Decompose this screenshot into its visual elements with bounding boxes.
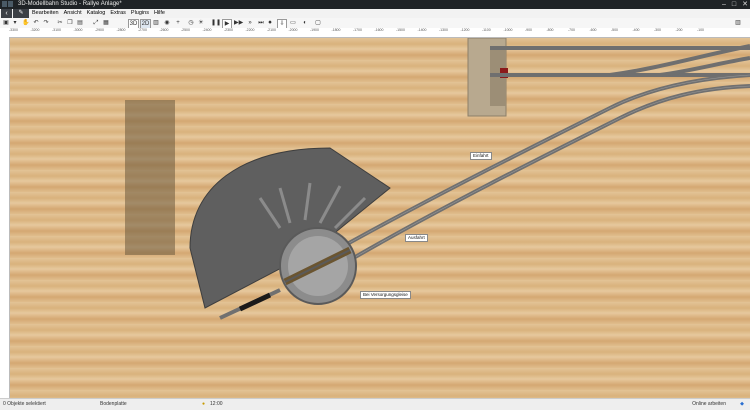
- ruler-tick-label: -1800: [331, 28, 341, 32]
- ruler-tick-label: -2400: [202, 28, 212, 32]
- ruler-tick-label: -2800: [116, 28, 126, 32]
- label-ausfahrt[interactable]: Ausfahrt: [405, 234, 428, 242]
- fast-forward-icon[interactable]: ▶▶: [234, 19, 243, 27]
- layers-icon[interactable]: ▥: [152, 19, 160, 27]
- redo-icon[interactable]: ↷: [42, 19, 50, 27]
- cut-icon[interactable]: ✂: [56, 19, 64, 27]
- online-icon: ◆: [740, 401, 744, 407]
- clock-icon[interactable]: ◷: [187, 19, 195, 27]
- panel-icon[interactable]: ▥: [734, 19, 742, 27]
- ruler-tick-label: -100: [697, 28, 705, 32]
- main-tracks: [339, 73, 750, 262]
- camera-icon[interactable]: ◉: [163, 19, 171, 27]
- save-icon[interactable]: ▣: [2, 19, 10, 27]
- monitor-icon[interactable]: ▭: [289, 19, 297, 27]
- paste-icon[interactable]: ▤: [76, 19, 84, 27]
- menu-bearbeiten[interactable]: Bearbeiten: [32, 9, 59, 18]
- window-title: 3D-Modellbahn Studio - Rallye Anlage*: [18, 1, 122, 7]
- hand-icon[interactable]: ✋: [22, 19, 30, 27]
- ruler-tick-label: -400: [632, 28, 640, 32]
- pause-icon[interactable]: ❚❚: [211, 19, 221, 27]
- window-controls: – □ ✕: [722, 0, 748, 9]
- light-icon[interactable]: ☀: [197, 19, 205, 27]
- time-display: 12:00: [210, 401, 223, 407]
- ruler-tick-label: -1700: [353, 28, 362, 32]
- ruler-tick-label: -1300: [439, 28, 448, 32]
- layout-canvas[interactable]: Einfahrt Ausfahrt Bei Versorgungsgleise: [10, 38, 750, 398]
- ruler-tick-label: -2300: [224, 28, 233, 32]
- edit-mode-button[interactable]: ✎: [13, 9, 29, 18]
- ruler-tick-label: -1900: [310, 28, 319, 32]
- ruler-tick-label: -200: [675, 28, 683, 32]
- ruler-left: [0, 28, 10, 398]
- ruler-tick-label: -600: [589, 28, 597, 32]
- shadow-area: [125, 100, 175, 255]
- skip-end-icon[interactable]: ⏭: [257, 19, 265, 27]
- ruler-tick-label: -2200: [245, 28, 255, 32]
- ruler-tick-label: -2700: [138, 28, 147, 32]
- ruler-tick-label: -1000: [503, 28, 513, 32]
- ruler-tick-label: -3000: [73, 28, 83, 32]
- copy-icon[interactable]: ❐: [66, 19, 74, 27]
- status-bar: 0 Objekte selektiert Bodenplatte ● 12:00…: [0, 398, 750, 410]
- menu-bar: ‹ ✎ Bearbeiten Ansicht Katalog Extras Pl…: [0, 9, 750, 18]
- zoom-fit-icon[interactable]: ⤢: [92, 19, 100, 27]
- label-versorgung[interactable]: Bei Versorgungsgleise: [360, 291, 411, 299]
- online-status: Online arbeiten: [692, 401, 726, 407]
- hide-icon[interactable]: ◐: [301, 19, 309, 27]
- track-layout: [125, 38, 750, 320]
- ruler-top: -3300 -3200 -3100 -3000 -2900 -2800 -2700 -2600…: [9, 28, 750, 38]
- menu-items: Bearbeiten Ansicht Katalog Extras Plugin…: [32, 9, 165, 18]
- quick-access: [2, 1, 14, 8]
- ruler-tick-label: -2600: [159, 28, 169, 32]
- ruler-tick-label: -1600: [374, 28, 384, 32]
- menu-plugins[interactable]: Plugins: [131, 9, 149, 18]
- back-button[interactable]: ‹: [1, 9, 12, 18]
- label-einfahrt[interactable]: Einfahrt: [470, 152, 492, 160]
- menu-katalog[interactable]: Katalog: [87, 9, 106, 18]
- window-icon[interactable]: ▢: [314, 19, 322, 27]
- dropdown-icon[interactable]: ▾: [12, 19, 18, 27]
- ruler-tick-label: -700: [568, 28, 576, 32]
- maximize-icon[interactable]: □: [732, 0, 736, 9]
- close-icon[interactable]: ✕: [742, 0, 748, 9]
- undo-icon[interactable]: ↶: [32, 19, 40, 27]
- layer-status: Bodenplatte: [100, 401, 127, 407]
- ruler-tick-label: -3200: [30, 28, 40, 32]
- ruler-tick-label: -900: [525, 28, 533, 32]
- ruler-tick-label: -2900: [95, 28, 104, 32]
- menu-extras[interactable]: Extras: [110, 9, 126, 18]
- ruler-tick-label: -3100: [52, 28, 61, 32]
- ruler-tick-label: -2100: [267, 28, 276, 32]
- faster-icon[interactable]: »: [246, 19, 254, 27]
- ruler-tick-label: -1500: [396, 28, 405, 32]
- ruler-tick-label: -1400: [417, 28, 427, 32]
- ruler-tick-label: -800: [546, 28, 554, 32]
- top-tracks: [490, 44, 750, 77]
- ruler-tick-label: -500: [611, 28, 619, 32]
- add-icon[interactable]: +: [174, 19, 182, 27]
- ruler-tick-label: -2500: [181, 28, 190, 32]
- ruler-tick-label: -2000: [288, 28, 298, 32]
- ruler-tick-label: -300: [654, 28, 662, 32]
- minimize-icon[interactable]: –: [722, 0, 726, 9]
- title-bar: 3D-Modellbahn Studio - Rallye Anlage* – …: [0, 0, 750, 9]
- ruler-tick-label: -1100: [482, 28, 491, 32]
- selection-status: 0 Objekte selektiert: [3, 401, 46, 407]
- ruler-tick-label: -3300: [9, 28, 18, 32]
- grid-icon[interactable]: ▦: [102, 19, 110, 27]
- record-icon[interactable]: ⏺: [266, 19, 274, 27]
- ruler-tick-label: -1200: [460, 28, 470, 32]
- locomotive[interactable]: [238, 292, 272, 312]
- menu-ansicht[interactable]: Ansicht: [64, 9, 82, 18]
- menu-hilfe[interactable]: Hilfe: [154, 9, 165, 18]
- sun-icon: ●: [202, 401, 206, 407]
